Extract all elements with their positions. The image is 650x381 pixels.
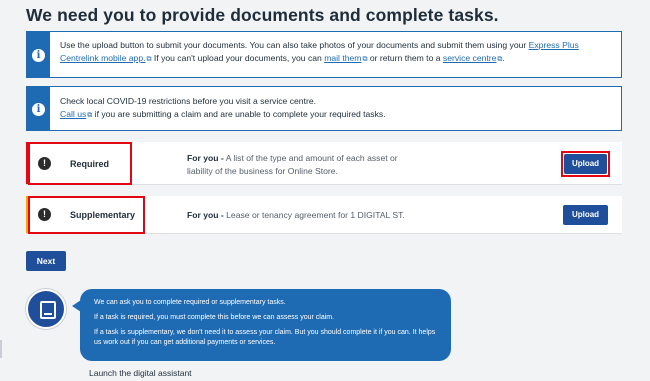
external-link-icon: ⧉	[362, 56, 368, 63]
task-supplementary: ! Supplementary For you - Lease or tenan…	[26, 196, 622, 234]
assistant-message-bubble: We can ask you to complete required or s…	[80, 289, 451, 361]
mail-them-link[interactable]: mail them	[324, 53, 361, 63]
external-link-icon: ⧉	[87, 112, 93, 119]
task-description: For you - Lease or tenancy agreement for…	[187, 210, 405, 220]
task-required: ! Required For you - A list of the type …	[26, 142, 622, 185]
edge-divider	[0, 340, 2, 358]
covid-info-box: i Check local COVID-19 restrictions befo…	[26, 86, 622, 131]
launch-assistant-link[interactable]: Launch the digital assistant	[89, 368, 192, 378]
upload-info-box: i Use the upload button to submit your d…	[26, 31, 622, 78]
task-description: For you - A list of the type and amount …	[187, 153, 398, 176]
covid-info-text: Check local COVID-19 restrictions before…	[60, 96, 386, 119]
task-name: Required	[70, 159, 110, 169]
next-button[interactable]: Next	[26, 251, 66, 271]
upload-button[interactable]: Upload	[564, 154, 607, 174]
info-icon: i	[32, 49, 45, 62]
service-centre-link[interactable]: service centre	[443, 53, 497, 63]
info-icon: i	[32, 103, 45, 116]
external-link-icon: ⧉	[146, 56, 152, 63]
page-title: We need you to provide documents and com…	[26, 5, 499, 25]
upload-button[interactable]: Upload	[563, 205, 608, 225]
task-name: Supplementary	[70, 210, 136, 220]
upload-info-text: Use the upload button to submit your doc…	[60, 40, 579, 63]
call-us-link[interactable]: Call us	[60, 109, 86, 119]
digital-assistant-icon[interactable]	[26, 289, 66, 329]
